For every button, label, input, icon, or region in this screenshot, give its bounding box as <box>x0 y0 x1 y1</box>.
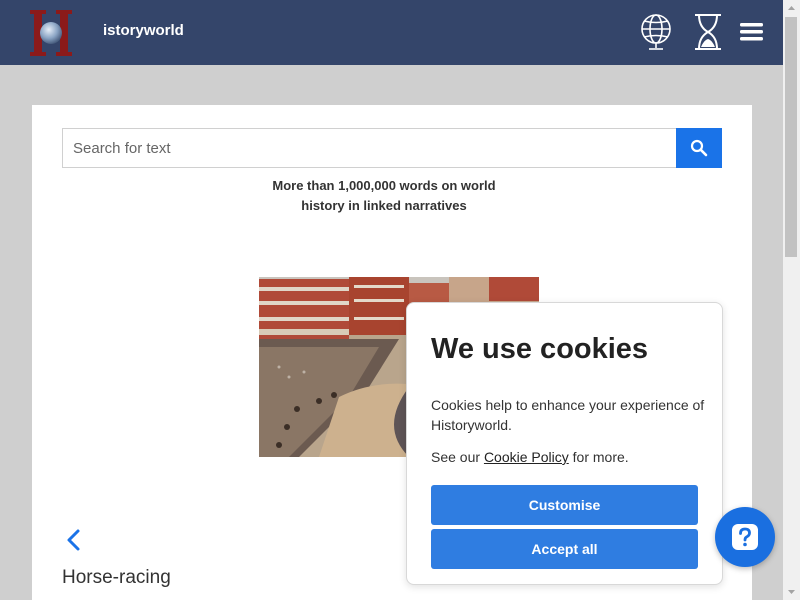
tagline-line-1: More than 1,000,000 words on world <box>272 178 496 193</box>
menu-icon[interactable] <box>738 20 766 44</box>
search-input[interactable] <box>62 128 677 168</box>
cookie-banner: We use cookies Cookies help to enhance y… <box>406 302 723 585</box>
scroll-down-arrow-icon[interactable] <box>783 583 800 600</box>
customise-button[interactable]: Customise <box>431 485 698 525</box>
cookie-title: We use cookies <box>431 333 649 365</box>
question-icon <box>732 524 758 550</box>
tagline-line-2: history in linked narratives <box>301 198 467 213</box>
cookie-see-suffix: for more. <box>568 449 629 465</box>
tagline: More than 1,000,000 words on world histo… <box>234 176 534 216</box>
cookie-policy-line: See our Cookie Policy for more. <box>431 449 629 465</box>
search-icon <box>690 139 708 157</box>
chevron-left-icon[interactable] <box>64 528 84 552</box>
site-header: istoryworld <box>0 0 783 65</box>
search-button[interactable] <box>676 128 722 168</box>
page-scrollbar[interactable] <box>783 0 800 600</box>
help-button[interactable] <box>715 507 775 567</box>
hourglass-icon[interactable] <box>690 12 726 52</box>
cookie-policy-link[interactable]: Cookie Policy <box>484 449 569 465</box>
scroll-thumb[interactable] <box>785 17 797 257</box>
site-logo[interactable]: istoryworld <box>30 8 200 58</box>
cookie-text: Cookies help to enhance your experience … <box>431 397 705 433</box>
cookie-see-prefix: See our <box>431 449 484 465</box>
article-title: Horse-racing <box>62 567 171 588</box>
logo-text: istoryworld <box>103 22 184 39</box>
globe-icon[interactable] <box>638 12 674 52</box>
accept-all-button[interactable]: Accept all <box>431 529 698 569</box>
scroll-up-arrow-icon[interactable] <box>783 0 800 17</box>
logo-h-icon <box>30 10 72 56</box>
